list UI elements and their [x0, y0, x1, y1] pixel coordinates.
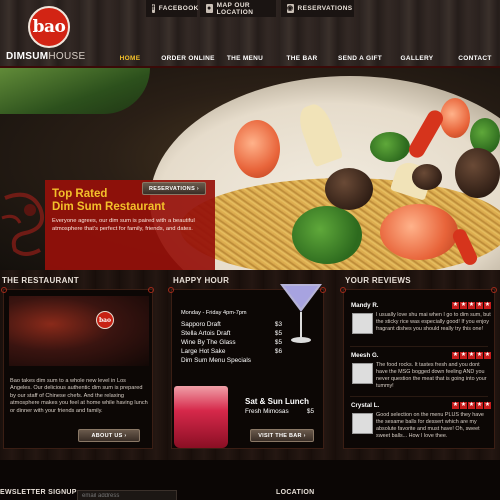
nav-contact[interactable]: CONTACT	[455, 50, 495, 66]
review-rating-stars: ★ ★ ★ ★ ★	[452, 302, 491, 309]
happy-hour-item: Wine By The Glass	[181, 339, 236, 346]
star-icon: ★	[468, 302, 475, 309]
happy-hour-heading: HAPPY HOUR	[173, 275, 230, 285]
corner-ornament	[491, 287, 497, 293]
review-divider	[350, 346, 488, 347]
newsletter-heading: EWSLETTER SIGNUP	[0, 489, 77, 496]
hero-banner: Top Rated Dim Sum Restaurant Everyone ag…	[0, 68, 500, 270]
nav-the-bar[interactable]: THE BAR	[284, 50, 320, 66]
hero-bokchoy-image	[292, 206, 362, 264]
logo[interactable]: bao	[28, 6, 70, 48]
facebook-link[interactable]: f FACEBOOK	[146, 0, 198, 17]
happy-hour-hours: Monday - Friday 4pm-7pm	[181, 310, 247, 316]
reservations-link[interactable]: ◉ RESERVATIONS	[281, 0, 354, 17]
star-icon: ★	[476, 302, 483, 309]
hero-shrimp-image	[380, 204, 458, 260]
review-text: The food rocks. It tastes fresh and you …	[376, 362, 487, 389]
star-icon: ★	[476, 352, 483, 359]
hero-leaf-decoration	[0, 68, 150, 114]
star-icon: ★	[452, 352, 459, 359]
nav-order-online[interactable]: ORDER ONLINE	[161, 50, 215, 66]
star-icon: ★	[484, 352, 491, 359]
hero-mushroom-image	[455, 148, 500, 198]
hero-mushroom-image	[412, 164, 442, 190]
newsletter-email-input[interactable]	[77, 490, 177, 500]
review-author: Mandy R.	[351, 302, 379, 309]
star-icon: ★	[460, 352, 467, 359]
brand-name: DIMSUMHOUSE	[6, 51, 86, 62]
restaurant-interior-image	[9, 296, 149, 366]
review-avatar	[352, 413, 373, 434]
happy-hour-item: Stella Artois Draft	[181, 330, 231, 337]
hero-shrimp-image	[234, 120, 280, 178]
nav-the-menu[interactable]: THE MENU	[224, 50, 266, 66]
star-icon: ★	[452, 402, 459, 409]
review-divider	[350, 396, 488, 397]
hero-greens-image	[370, 132, 410, 162]
nav-send-a-gift[interactable]: SEND A GIFT	[335, 50, 385, 66]
reservations-button[interactable]: RESERVATIONS ›	[142, 182, 206, 195]
happy-hour-item: Dim Sum Menu Specials	[181, 357, 251, 364]
happy-hour-price: $3	[274, 321, 282, 328]
happy-hour-price: $5	[274, 330, 282, 337]
restaurant-heading: THE RESTAURANT	[2, 275, 79, 285]
facebook-icon: f	[152, 4, 155, 13]
review-author: Meesh G.	[351, 352, 379, 359]
review-text: I usually love shu mai when I go to dim …	[376, 312, 491, 332]
plate-icon: ◉	[287, 4, 294, 13]
map-pin-icon: ●	[206, 4, 213, 13]
happy-hour-item: Large Hot Sake	[181, 348, 226, 355]
promo-text: Everyone agrees, our dim sum is paired w…	[52, 218, 195, 232]
star-icon: ★	[460, 302, 467, 309]
nav-gallery[interactable]: GALLERY	[397, 50, 437, 66]
review-text: Good selection on the menu PLUS they hav…	[376, 412, 484, 439]
review-rating-stars: ★ ★ ★ ★ ★	[452, 352, 491, 359]
reviews-heading: YOUR REVIEWS	[345, 275, 411, 285]
review-rating-stars: ★ ★ ★ ★ ★	[452, 402, 491, 409]
happy-hour-item: Sapporo Draft	[181, 321, 221, 328]
visit-the-bar-button[interactable]: VISIT THE BAR ›	[250, 429, 314, 442]
restaurant-sign-logo: bao	[96, 311, 114, 329]
nav-home[interactable]: HOME	[115, 50, 145, 66]
star-icon: ★	[460, 402, 467, 409]
happy-hour-price: $6	[274, 348, 282, 355]
weekend-special-title: Sat & Sun Lunch	[245, 397, 309, 406]
restaurant-description: Bao takes dim sum to a whole new level i…	[10, 378, 148, 414]
corner-ornament	[148, 287, 154, 293]
logo-text: bao	[32, 17, 66, 37]
star-icon: ★	[468, 402, 475, 409]
location-heading: LOCATION	[276, 489, 315, 496]
star-icon: ★	[484, 302, 491, 309]
hero-shrimp-image	[440, 98, 470, 138]
dragon-emblem	[1, 192, 45, 256]
header-bar: bao DIMSUMHOUSE f FACEBOOK ● MAP OUR LOC…	[0, 0, 500, 68]
corner-ornament	[1, 287, 7, 293]
weekend-special-item: Fresh Mimosas	[245, 408, 289, 415]
review-avatar	[352, 363, 373, 384]
cocktail-image	[174, 386, 228, 448]
corner-ornament	[340, 287, 346, 293]
hero-mushroom-image	[325, 168, 373, 210]
star-icon: ★	[476, 402, 483, 409]
weekend-special-price: $5	[306, 408, 314, 415]
review-avatar	[352, 313, 373, 334]
review-author: Crystal L.	[351, 402, 380, 409]
star-icon: ★	[452, 302, 459, 309]
star-icon: ★	[468, 352, 475, 359]
star-icon: ★	[484, 402, 491, 409]
martini-glass-image	[280, 284, 322, 343]
happy-hour-price: $5	[274, 339, 282, 346]
corner-ornament	[168, 287, 174, 293]
map-location-link[interactable]: ● MAP OUR LOCATION	[200, 0, 276, 17]
about-us-button[interactable]: ABOUT US ›	[78, 429, 140, 442]
